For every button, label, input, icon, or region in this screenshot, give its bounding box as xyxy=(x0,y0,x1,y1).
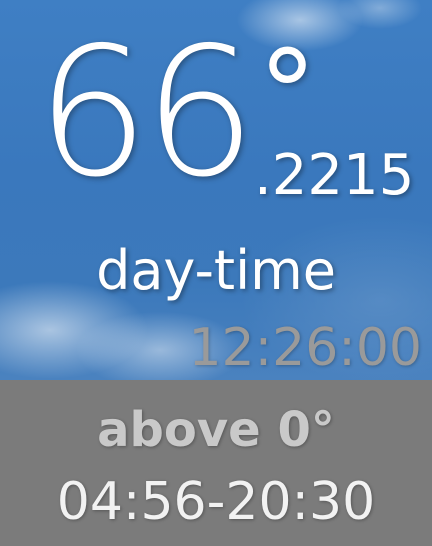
weather-widget: 66 ° .2215 day-time 12:26:00 above 0° 04… xyxy=(0,0,432,546)
temperature-decimal: .2215 xyxy=(254,143,415,208)
current-time: 12:26:00 xyxy=(188,318,422,378)
condition-label: above 0° xyxy=(97,402,335,458)
period-label: day-time xyxy=(96,239,336,302)
info-panel: above 0° 04:56-20:30 xyxy=(0,380,432,546)
degree-symbol: ° xyxy=(258,24,317,162)
temperature-whole: 66 xyxy=(36,9,256,216)
time-range: 04:56-20:30 xyxy=(56,472,376,532)
sky-panel: 66 ° .2215 day-time 12:26:00 xyxy=(0,0,432,380)
